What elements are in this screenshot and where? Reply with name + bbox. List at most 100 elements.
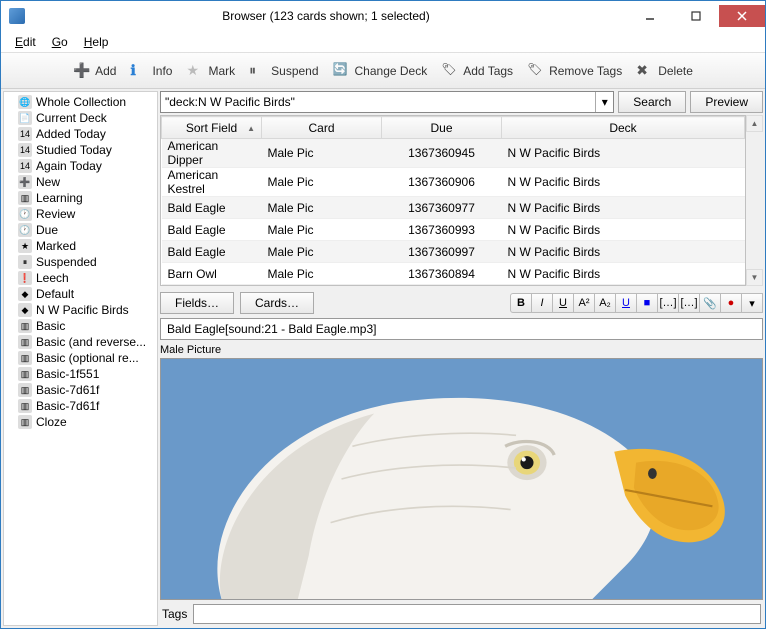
search-box[interactable]: ▾ (160, 91, 614, 113)
cell: 1367360977 (382, 197, 502, 219)
col-deck[interactable]: Deck (502, 117, 745, 139)
pause-icon (249, 62, 267, 80)
window-title: Browser (123 cards shown; 1 selected) (25, 9, 627, 23)
col-due[interactable]: Due (382, 117, 502, 139)
table-row[interactable]: American DipperMale Pic1367360945N W Pac… (162, 139, 745, 168)
sidebar-item[interactable]: 14Studied Today (4, 142, 157, 158)
superscript-button[interactable]: A² (573, 293, 595, 313)
sidebar-item[interactable]: ▥ Learning (4, 190, 157, 206)
bold-button[interactable]: B (510, 293, 532, 313)
attach-button[interactable]: 📎 (699, 293, 721, 313)
scroll-down-icon[interactable]: ▼ (746, 269, 763, 286)
menu-go[interactable]: Go (46, 33, 74, 51)
sidebar-item[interactable]: ⏸Suspended (4, 254, 157, 270)
sidebar-item[interactable]: 14Again Today (4, 158, 157, 174)
table-row[interactable]: Bald EagleMale Pic1367360977N W Pacific … (162, 197, 745, 219)
sidebar-item[interactable]: ▥Cloze (4, 414, 157, 430)
tree-icon: ▥ (18, 319, 32, 333)
tree-label: Basic-7d61f (36, 399, 99, 413)
sidebar-item[interactable]: ➕New (4, 174, 157, 190)
table-row[interactable]: Bald EagleMale Pic1367360993N W Pacific … (162, 219, 745, 241)
remove-tags-button[interactable]: Remove Tags (527, 62, 622, 80)
cloze-button[interactable]: […] (657, 293, 679, 313)
menu-help[interactable]: Help (78, 33, 115, 51)
sidebar-item[interactable]: ❗Leech (4, 270, 157, 286)
search-input[interactable] (161, 92, 595, 112)
fields-button[interactable]: Fields… (160, 292, 234, 314)
table-row[interactable]: American KestrelMale Pic1367360906N W Pa… (162, 168, 745, 197)
tree-icon: ▥ (18, 351, 32, 365)
cards-button[interactable]: Cards… (240, 292, 314, 314)
suspend-button[interactable]: Suspend (249, 62, 318, 80)
field-front[interactable]: Bald Eagle[sound:21 - Bald Eagle.mp3] (160, 318, 763, 340)
record-button[interactable]: ● (720, 293, 742, 313)
underline-button[interactable]: U (552, 293, 574, 313)
sidebar-item[interactable]: ▥Basic-1f551 (4, 366, 157, 382)
italic-button[interactable]: I (531, 293, 553, 313)
col-sort-field[interactable]: Sort Field (162, 117, 262, 139)
titlebar: Browser (123 cards shown; 1 selected) (1, 1, 765, 31)
sidebar-item[interactable]: ★Marked (4, 238, 157, 254)
subscript-button[interactable]: A₂ (594, 293, 616, 313)
color-picker-button[interactable]: ■ (636, 293, 658, 313)
sidebar-item[interactable]: ▥Basic-7d61f (4, 382, 157, 398)
delete-icon (636, 62, 654, 80)
tags-label: Tags (162, 607, 187, 621)
close-button[interactable] (719, 5, 765, 27)
cell: Male Pic (262, 241, 382, 263)
delete-button[interactable]: Delete (636, 62, 693, 80)
cell: Barn Owl (162, 263, 262, 285)
cell: 1367360894 (382, 263, 502, 285)
remove-tag-icon (527, 62, 545, 80)
content-pane: ▾ Search Preview Sort Field Card Due Dec… (158, 91, 763, 626)
add-button[interactable]: Add (73, 62, 116, 80)
tree-label: Again Today (36, 159, 102, 173)
preview-button[interactable]: Preview (690, 91, 763, 113)
tree-label: Suspended (36, 255, 97, 269)
menu-edit[interactable]: Edit (9, 33, 42, 51)
field-image[interactable] (160, 358, 763, 600)
tags-input[interactable] (193, 604, 761, 624)
color-underline-button[interactable]: U (615, 293, 637, 313)
search-dropdown-icon[interactable]: ▾ (595, 92, 613, 112)
col-card[interactable]: Card (262, 117, 382, 139)
cell: N W Pacific Birds (502, 168, 745, 197)
mark-button[interactable]: Mark (186, 62, 235, 80)
table-scrollbar[interactable]: ▲ ▼ (746, 115, 763, 286)
sidebar-item[interactable]: 🌐Whole Collection (4, 94, 157, 110)
sidebar-item[interactable]: 📄Current Deck (4, 110, 157, 126)
table-row[interactable]: Bald EagleMale Pic1367360997N W Pacific … (162, 241, 745, 263)
table-row[interactable]: Barn OwlMale Pic1367360894N W Pacific Bi… (162, 263, 745, 285)
tree-icon: ◆ (18, 287, 32, 301)
maximize-button[interactable] (673, 5, 719, 27)
minimize-button[interactable] (627, 5, 673, 27)
cell: American Kestrel (162, 168, 262, 197)
scroll-up-icon[interactable]: ▲ (746, 115, 763, 132)
sidebar-item[interactable]: 14Added Today (4, 126, 157, 142)
add-tags-button[interactable]: Add Tags (441, 62, 513, 80)
cloze-alt-button[interactable]: […] (678, 293, 700, 313)
sidebar-item[interactable]: ▥Basic-7d61f (4, 398, 157, 414)
cell: N W Pacific Birds (502, 197, 745, 219)
tree-icon: 14 (18, 127, 32, 141)
field-label-male-picture: Male Picture (160, 344, 763, 356)
tree-label: Learning (36, 191, 83, 205)
cell: 1367360997 (382, 241, 502, 263)
sidebar-item[interactable]: 🕐Due (4, 222, 157, 238)
sidebar-item[interactable]: ▥Basic (4, 318, 157, 334)
tree-icon: ★ (18, 239, 32, 253)
tree-label: Current Deck (36, 111, 107, 125)
sidebar[interactable]: 🌐Whole Collection📄Current Deck14Added To… (3, 91, 158, 626)
card-table[interactable]: Sort Field Card Due Deck American Dipper… (160, 115, 746, 286)
sidebar-item[interactable]: ▥Basic (and reverse... (4, 334, 157, 350)
search-button[interactable]: Search (618, 91, 686, 113)
sidebar-item[interactable]: ◆N W Pacific Birds (4, 302, 157, 318)
sidebar-item[interactable]: ▥Basic (optional re... (4, 350, 157, 366)
change-deck-button[interactable]: Change Deck (333, 62, 428, 80)
more-button[interactable]: ▾ (741, 293, 763, 313)
sidebar-item[interactable]: 🕐Review (4, 206, 157, 222)
cell: Male Pic (262, 219, 382, 241)
sidebar-item[interactable]: ◆Default (4, 286, 157, 302)
tree-icon: ▥ (18, 191, 32, 205)
info-button[interactable]: Info (130, 62, 172, 80)
